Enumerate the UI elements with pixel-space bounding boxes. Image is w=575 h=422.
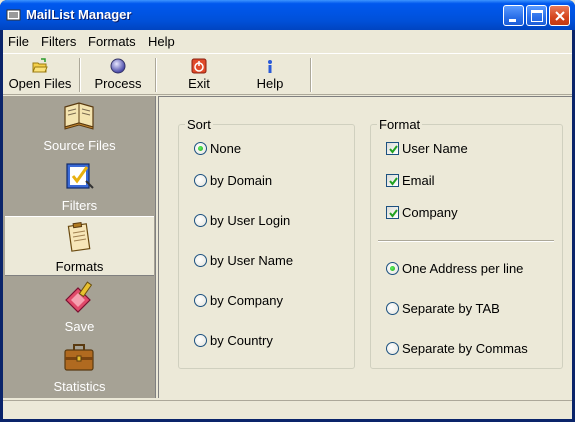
help-button[interactable]: Help [245, 56, 295, 94]
close-icon [555, 11, 565, 21]
app-window: MailList Manager File Filters Formats He… [0, 0, 575, 422]
radio-button[interactable] [194, 142, 207, 155]
check-mark-icon [389, 209, 398, 218]
sidebar-item-source-files[interactable]: Source Files [5, 96, 154, 156]
app-icon [6, 9, 21, 21]
book-icon [64, 102, 94, 130]
radio-button[interactable] [386, 342, 399, 355]
radio-label: by Company [210, 293, 283, 308]
format-legend: Format [377, 117, 423, 132]
status-bar [3, 400, 572, 419]
sort-group: Sort None by Domain by User Login by Use… [178, 117, 355, 369]
sidebar-item-label: Save [64, 319, 95, 334]
checkbox-label: Company [402, 205, 458, 220]
menu-bar: File Filters Formats Help [3, 30, 572, 52]
notepad-icon [67, 222, 91, 252]
power-icon [191, 58, 207, 74]
radio-button[interactable] [194, 174, 207, 187]
client-area: File Filters Formats Help Open Files Pro… [3, 30, 572, 419]
radio-label: None [210, 141, 242, 156]
sidebar-item-filters[interactable]: Filters [5, 156, 154, 216]
radio-label: by Country [210, 333, 273, 348]
process-button[interactable]: Process [83, 56, 153, 94]
menu-filters[interactable]: Filters [41, 34, 76, 49]
sidebar-item-label: Source Files [43, 138, 116, 153]
check-mark-icon [389, 177, 398, 186]
checkbox-label: Email [402, 173, 435, 188]
radio-label: Separate by Commas [402, 341, 528, 356]
radio-label: by User Name [210, 253, 294, 268]
exit-label: Exit [188, 76, 210, 91]
toolbar: Open Files Process Exit Help [3, 53, 572, 95]
process-orb-icon [110, 58, 126, 74]
radio-label: by Domain [210, 173, 273, 188]
radio-button[interactable] [386, 262, 399, 275]
sidebar-item-label: Filters [61, 198, 98, 213]
sidebar-item-label: Statistics [53, 379, 106, 394]
radio-button[interactable] [194, 214, 207, 227]
help-label: Help [256, 76, 284, 91]
title-bar[interactable]: MailList Manager [0, 0, 575, 30]
check-mark-icon [389, 145, 398, 154]
checkbox[interactable] [386, 206, 399, 219]
window-title: MailList Manager [26, 7, 132, 22]
radio-label: by User Login [210, 213, 291, 228]
open-folder-icon [32, 58, 48, 73]
menu-file[interactable]: File [8, 34, 29, 49]
sidebar-item-save[interactable]: Save [5, 277, 154, 337]
sidebar-item-statistics[interactable]: Statistics [5, 337, 154, 397]
briefcase-icon [64, 344, 94, 371]
radio-label: One Address per line [402, 261, 524, 276]
exit-button[interactable]: Exit [173, 56, 225, 94]
toolbar-separator [79, 58, 81, 92]
process-label: Process [94, 76, 142, 91]
checkbox[interactable] [386, 142, 399, 155]
eraser-icon [65, 281, 93, 313]
sort-legend: Sort [185, 117, 213, 132]
radio-label: Separate by TAB [402, 301, 500, 316]
radio-button[interactable] [194, 294, 207, 307]
minimize-button[interactable] [503, 5, 524, 26]
menu-formats[interactable]: Formats [88, 34, 136, 49]
toolbar-separator [155, 58, 157, 92]
sidebar: Source Files Filters Formats Save Statis… [3, 96, 156, 398]
formats-panel: Sort None by Domain by User Login by Use… [158, 96, 572, 398]
close-button[interactable] [549, 5, 570, 26]
radio-button[interactable] [194, 254, 207, 267]
sidebar-item-label: Formats [55, 259, 104, 274]
radio-button[interactable] [386, 302, 399, 315]
checkbox[interactable] [386, 174, 399, 187]
maximize-icon [531, 10, 543, 22]
minimize-icon [509, 19, 516, 22]
sidebar-item-formats[interactable]: Formats [5, 216, 154, 276]
checkbox-label: User Name [402, 141, 468, 156]
radio-button[interactable] [194, 334, 207, 347]
format-group: Format User Name Email Company One Addre… [370, 117, 563, 369]
open-files-label: Open Files [8, 76, 72, 91]
checklist-icon [66, 163, 94, 189]
open-files-button[interactable]: Open Files [3, 56, 77, 94]
menu-help[interactable]: Help [148, 34, 175, 49]
maximize-button[interactable] [526, 5, 547, 26]
info-icon [268, 60, 272, 73]
toolbar-separator [310, 58, 312, 92]
format-divider [378, 240, 554, 242]
